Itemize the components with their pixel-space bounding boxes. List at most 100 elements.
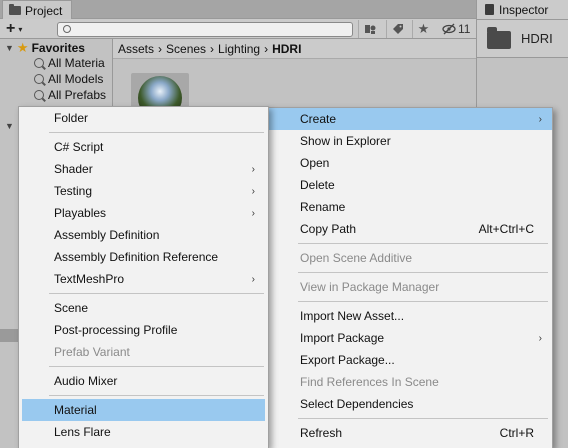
- menu-separator: [298, 272, 548, 273]
- submenu-item-assembly-definition[interactable]: Assembly Definition: [22, 224, 265, 246]
- menu-item-import-package[interactable]: Import Package ›: [268, 327, 552, 349]
- breadcrumb-separator: ›: [210, 41, 215, 56]
- context-menu: Create › Show in Explorer Open Delete Re…: [267, 107, 553, 448]
- menu-item-find-references-in-scene: Find References In Scene: [268, 371, 552, 393]
- project-tabbar: Project: [0, 0, 476, 20]
- submenu-item-post-processing-profile[interactable]: Post-processing Profile: [22, 319, 265, 341]
- menu-item-label: Playables: [54, 206, 107, 220]
- menu-item-create[interactable]: Create ›: [268, 108, 552, 130]
- breadcrumb-separator: ›: [158, 41, 163, 56]
- submenu-item-assembly-definition-reference[interactable]: Assembly Definition Reference: [22, 246, 265, 268]
- breadcrumb-item-scenes[interactable]: Scenes: [166, 42, 206, 56]
- project-tab-label: Project: [25, 3, 63, 18]
- hidden-count-label: 11: [458, 22, 471, 36]
- submenu-item-folder[interactable]: Folder: [22, 107, 265, 129]
- submenu-item-shader[interactable]: Shader ›: [22, 158, 265, 180]
- menu-item-label: Testing: [54, 184, 93, 198]
- menu-item-label: Show in Explorer: [300, 134, 391, 148]
- menu-item-select-dependencies[interactable]: Select Dependencies: [268, 393, 552, 415]
- label-filter-button[interactable]: [386, 20, 408, 38]
- menu-item-view-in-package-manager: View in Package Manager: [268, 276, 552, 298]
- chevron-right-icon: ›: [251, 273, 255, 285]
- search-icon: [34, 58, 44, 68]
- menu-separator: [49, 293, 264, 294]
- menu-item-open-scene-additive: Open Scene Additive: [268, 247, 552, 269]
- favorites-label: Favorites: [31, 41, 85, 55]
- chevron-right-icon: ›: [251, 207, 255, 219]
- menu-item-copy-path[interactable]: Copy Path Alt+Ctrl+C: [268, 218, 552, 240]
- folder-icon: [487, 27, 511, 49]
- menu-item-label: Shader: [54, 162, 93, 176]
- favorite-item-label: All Prefabs: [48, 88, 107, 102]
- breadcrumb-separator: ›: [264, 41, 269, 56]
- chevron-right-icon: ›: [538, 332, 542, 344]
- menu-item-refresh[interactable]: Refresh Ctrl+R: [268, 422, 552, 444]
- menu-item-delete[interactable]: Delete: [268, 174, 552, 196]
- menu-item-label: Open Scene Additive: [300, 251, 413, 265]
- star-icon: ★: [16, 40, 29, 55]
- folder-icon: [9, 4, 21, 15]
- favorite-item-models[interactable]: All Models: [34, 72, 103, 86]
- menu-item-import-new-asset[interactable]: Import New Asset...: [268, 305, 552, 327]
- menu-item-label: TextMeshPro: [54, 272, 125, 286]
- chevron-right-icon: ›: [251, 185, 255, 197]
- breadcrumb-item-lighting[interactable]: Lighting: [218, 42, 260, 56]
- menu-item-label: Assembly Definition Reference: [54, 250, 219, 264]
- scene-filter-button[interactable]: [358, 20, 380, 38]
- chevron-right-icon: ›: [538, 113, 542, 125]
- submenu-item-lens-flare[interactable]: Lens Flare: [22, 421, 265, 443]
- submenu-item-prefab-variant: Prefab Variant: [22, 341, 265, 363]
- inspector-header: HDRI: [477, 20, 568, 58]
- submenu-item-scene[interactable]: Scene: [22, 297, 265, 319]
- project-tab[interactable]: Project: [2, 0, 72, 20]
- submenu-item-textmeshpro[interactable]: TextMeshPro ›: [22, 268, 265, 290]
- menu-item-label: Export Package...: [300, 353, 395, 367]
- menu-item-label: Open: [300, 156, 330, 170]
- expand-triangle-icon[interactable]: ▼: [5, 121, 14, 131]
- create-dropdown-button[interactable]: + ▾: [6, 20, 36, 38]
- favorite-button[interactable]: ★: [412, 20, 434, 38]
- menu-item-label: Material: [54, 403, 97, 417]
- menu-item-label: Find References In Scene: [300, 375, 439, 389]
- expand-triangle-icon[interactable]: ▼: [5, 43, 14, 53]
- hidden-packages-toggle[interactable]: 11: [442, 21, 470, 37]
- menu-item-shortcut: Alt+Ctrl+C: [478, 222, 534, 236]
- favorite-item-materials[interactable]: All Materia: [34, 56, 105, 70]
- menu-item-label: View in Package Manager: [300, 280, 440, 294]
- menu-item-label: Refresh: [300, 426, 343, 440]
- submenu-item-audio-mixer[interactable]: Audio Mixer: [22, 370, 265, 392]
- menu-item-export-package[interactable]: Export Package...: [268, 349, 552, 371]
- inspector-tab-label: Inspector: [499, 2, 549, 17]
- menu-separator: [49, 366, 264, 367]
- label-tag-icon: [392, 24, 403, 34]
- menu-separator: [298, 301, 548, 302]
- menu-item-label: Rename: [300, 200, 346, 214]
- submenu-item-testing[interactable]: Testing ›: [22, 180, 265, 202]
- inspector-tab[interactable]: Inspector: [477, 0, 568, 20]
- submenu-item-csharp-script[interactable]: C# Script: [22, 136, 265, 158]
- submenu-item-material[interactable]: Material: [22, 399, 265, 421]
- menu-item-open[interactable]: Open: [268, 152, 552, 174]
- favorites-header[interactable]: ▼ ★ Favorites: [5, 40, 85, 56]
- favorite-item-label: All Models: [48, 72, 104, 86]
- menu-item-shortcut: Ctrl+R: [499, 426, 534, 440]
- menu-item-label: Post-processing Profile: [54, 323, 178, 337]
- menu-separator: [298, 243, 548, 244]
- menu-item-label: Copy Path: [300, 222, 357, 236]
- breadcrumb-item-assets[interactable]: Assets: [118, 42, 154, 56]
- chevron-down-icon: ▾: [18, 24, 23, 34]
- menu-item-rename[interactable]: Rename: [268, 196, 552, 218]
- menu-item-label: C# Script: [54, 140, 104, 154]
- menu-separator: [49, 395, 264, 396]
- menu-item-label: Folder: [54, 111, 89, 125]
- menu-separator: [49, 132, 264, 133]
- breadcrumb-item-hdri[interactable]: HDRI: [272, 42, 301, 56]
- menu-item-show-in-explorer[interactable]: Show in Explorer: [268, 130, 552, 152]
- info-icon: [485, 4, 494, 15]
- submenu-item-playables[interactable]: Playables ›: [22, 202, 265, 224]
- menu-item-label: Prefab Variant: [54, 345, 130, 359]
- search-icon: [34, 90, 44, 100]
- favorite-item-prefabs[interactable]: All Prefabs: [34, 88, 106, 102]
- breadcrumb: Assets › Scenes › Lighting › HDRI: [113, 39, 476, 59]
- search-input[interactable]: [57, 22, 353, 37]
